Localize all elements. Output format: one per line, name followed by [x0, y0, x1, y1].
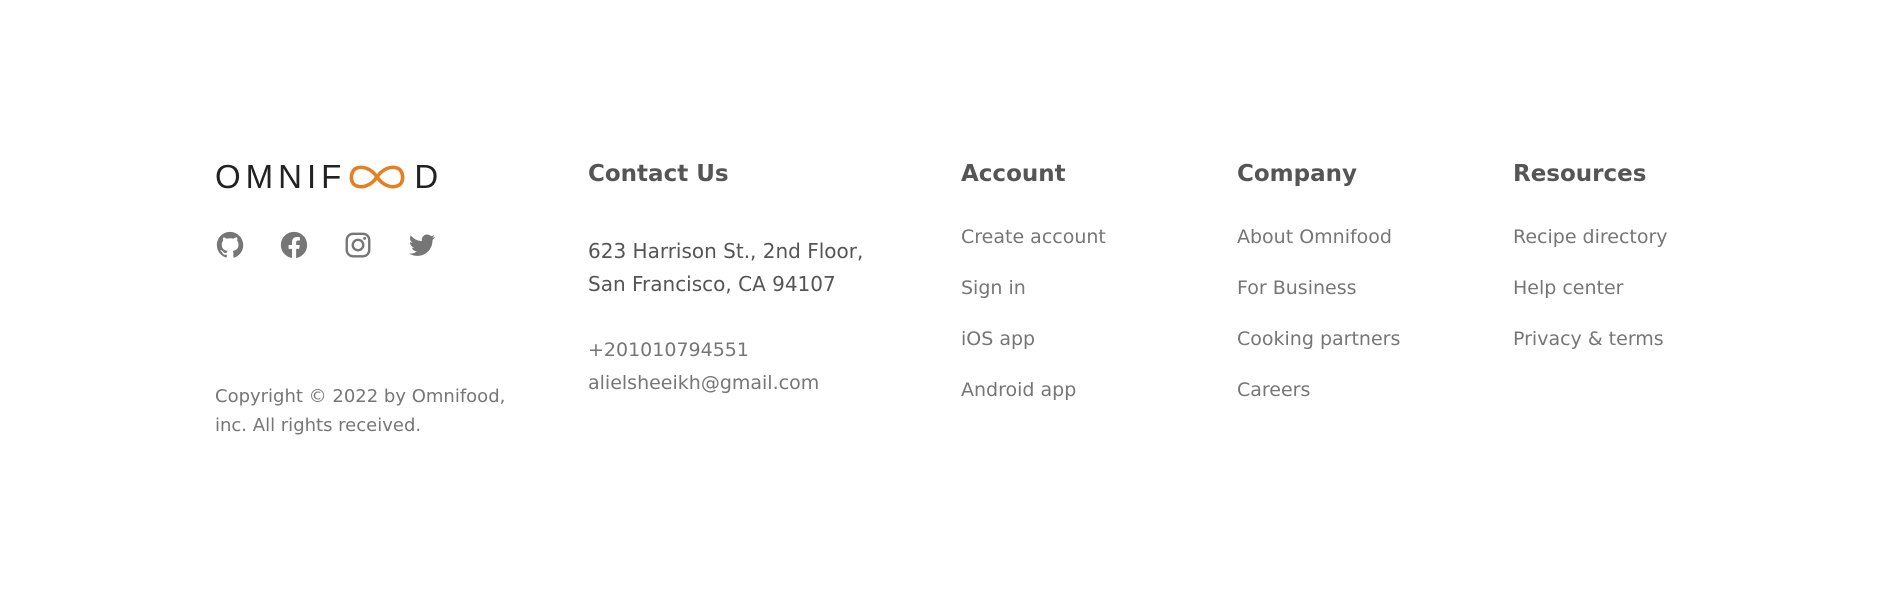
logo-text-suffix: D — [414, 158, 444, 195]
footer-contact-column: Contact Us 623 Harrison St., 2nd Floor, … — [588, 160, 863, 400]
copyright-line-2: inc. All rights received. — [215, 415, 422, 436]
about-omnifood-link[interactable]: About Omnifood — [1237, 225, 1392, 249]
account-links: Create account Sign in iOS app Android a… — [961, 225, 1106, 429]
footer-account-column: Account Create account Sign in iOS app A… — [961, 160, 1106, 429]
recipe-directory-link[interactable]: Recipe directory — [1513, 225, 1668, 249]
email-link[interactable]: alielsheeikh@gmail.com — [588, 367, 863, 400]
footer-company-column: Company About Omnifood For Business Cook… — [1237, 160, 1400, 429]
copyright-line-1: Copyright © 2022 by Omnifood, — [215, 386, 506, 407]
company-heading: Company — [1237, 161, 1357, 187]
contact-address: 623 Harrison St., 2nd Floor, San Francis… — [588, 235, 863, 301]
android-app-link[interactable]: Android app — [961, 378, 1076, 402]
github-icon — [216, 231, 244, 258]
logo-text-prefix: OMNIF — [215, 158, 347, 195]
omnifood-logo[interactable]: OMNIF D — [215, 158, 444, 195]
copyright-text: Copyright © 2022 by Omnifood, inc. All r… — [215, 382, 515, 440]
instagram-icon — [345, 232, 371, 258]
social-links — [215, 230, 443, 260]
contact-details: +201010794551 alielsheeikh@gmail.com — [588, 334, 863, 400]
footer-brand-column: OMNIF D Copyright © 2022 by Omnifood, in… — [215, 158, 505, 436]
ios-app-link[interactable]: iOS app — [961, 327, 1035, 351]
account-heading: Account — [961, 161, 1066, 187]
for-business-link[interactable]: For Business — [1237, 276, 1357, 300]
address-line-1: 623 Harrison St., 2nd Floor, — [588, 239, 864, 263]
contact-heading: Contact Us — [588, 161, 729, 187]
careers-link[interactable]: Careers — [1237, 378, 1310, 402]
facebook-icon — [280, 231, 308, 258]
address-line-2: San Francisco, CA 94107 — [588, 272, 836, 296]
infinity-logo-icon — [344, 160, 410, 194]
footer-resources-column: Resources Recipe directory Help center P… — [1513, 160, 1668, 378]
create-account-link[interactable]: Create account — [961, 225, 1106, 249]
cooking-partners-link[interactable]: Cooking partners — [1237, 327, 1400, 351]
company-links: About Omnifood For Business Cooking part… — [1237, 225, 1400, 429]
page-footer: OMNIF D Copyright © 2022 by Omnifood, in… — [0, 0, 1904, 607]
sign-in-link[interactable]: Sign in — [961, 276, 1026, 300]
instagram-link[interactable] — [343, 230, 373, 260]
facebook-link[interactable] — [279, 230, 309, 260]
privacy-terms-link[interactable]: Privacy & terms — [1513, 327, 1664, 351]
twitter-icon — [409, 234, 436, 256]
help-center-link[interactable]: Help center — [1513, 276, 1623, 300]
phone-link[interactable]: +201010794551 — [588, 334, 863, 367]
twitter-link[interactable] — [407, 230, 437, 260]
resources-links: Recipe directory Help center Privacy & t… — [1513, 225, 1668, 378]
resources-heading: Resources — [1513, 161, 1647, 187]
github-link[interactable] — [215, 230, 245, 260]
